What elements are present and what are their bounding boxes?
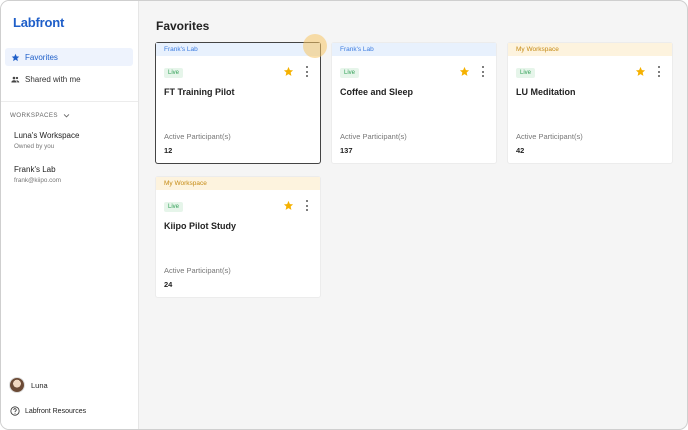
workspace-item-franks-lab[interactable]: Frank's Lab frank@kiipo.com (14, 165, 61, 184)
study-card[interactable]: My Workspace Live LU Meditation Active P… (508, 43, 672, 163)
resources-link[interactable]: Labfront Resources (10, 406, 86, 416)
sidebar-item-label: Shared with me (25, 74, 81, 84)
status-badge: Live (516, 68, 536, 78)
study-card[interactable]: Frank's Lab Live Coffee and Sleep Active… (332, 43, 496, 163)
user-menu[interactable]: Luna (9, 377, 48, 393)
workspace-owner: Owned by you (14, 143, 55, 150)
participants-label: Active Participant(s) (164, 132, 231, 141)
card-title: LU Meditation (516, 87, 576, 97)
participants-label: Active Participant(s) (164, 266, 231, 275)
avatar (9, 377, 25, 393)
card-workspace-label: My Workspace (156, 177, 320, 190)
main-content: Favorites Frank's Lab Live FT Training P… (139, 1, 687, 429)
workspace-name: Frank's Lab (14, 165, 56, 174)
card-workspace-label: Frank's Lab (332, 43, 496, 56)
workspaces-header: WORKSPACES (10, 112, 58, 119)
workspace-owner: frank@kiipo.com (14, 177, 61, 184)
star-icon[interactable] (459, 66, 470, 77)
study-card[interactable]: Frank's Lab Live FT Training Pilot Activ… (156, 43, 320, 163)
workspace-name: Luna's Workspace (14, 131, 80, 140)
help-circle-icon (10, 406, 20, 416)
card-title: FT Training Pilot (164, 87, 235, 97)
more-options-icon[interactable] (304, 66, 309, 77)
sidebar-item-label: Favorites (25, 52, 58, 62)
participants-label: Active Participant(s) (340, 132, 407, 141)
workspace-item-luna[interactable]: Luna's Workspace Owned by you (14, 131, 79, 150)
star-icon[interactable] (635, 66, 646, 77)
card-workspace-label: My Workspace (508, 43, 672, 56)
resources-label: Labfront Resources (25, 407, 87, 415)
star-icon (10, 52, 20, 62)
app-window: Labfront Favorites Shared with me WORKSP… (0, 0, 688, 430)
more-options-icon[interactable] (304, 200, 309, 211)
star-icon[interactable] (283, 66, 294, 77)
participants-label: Active Participant(s) (516, 132, 583, 141)
sidebar: Labfront Favorites Shared with me WORKSP… (1, 1, 139, 429)
card-workspace-label: Frank's Lab (156, 43, 320, 56)
card-title: Kiipo Pilot Study (164, 221, 236, 231)
chevron-down-icon (63, 112, 70, 119)
star-icon[interactable] (283, 200, 294, 211)
user-name: Luna (31, 380, 48, 390)
more-options-icon[interactable] (656, 66, 661, 77)
participants-count: 137 (340, 146, 353, 155)
sidebar-item-favorites[interactable]: Favorites (5, 48, 133, 66)
workspaces-toggle[interactable]: WORKSPACES (10, 112, 70, 119)
people-icon (10, 74, 20, 84)
sidebar-divider (1, 101, 138, 102)
participants-count: 12 (164, 146, 173, 155)
card-title: Coffee and Sleep (340, 87, 414, 97)
status-badge: Live (164, 202, 184, 212)
page-title: Favorites (156, 19, 210, 33)
participants-count: 24 (164, 280, 173, 289)
status-badge: Live (164, 68, 184, 78)
logo[interactable]: Labfront (13, 15, 64, 30)
cursor-highlight (303, 34, 327, 58)
study-card[interactable]: My Workspace Live Kiipo Pilot Study Acti… (156, 177, 320, 297)
more-options-icon[interactable] (480, 66, 485, 77)
status-badge: Live (340, 68, 360, 78)
participants-count: 42 (516, 146, 525, 155)
sidebar-item-shared[interactable]: Shared with me (5, 70, 133, 88)
